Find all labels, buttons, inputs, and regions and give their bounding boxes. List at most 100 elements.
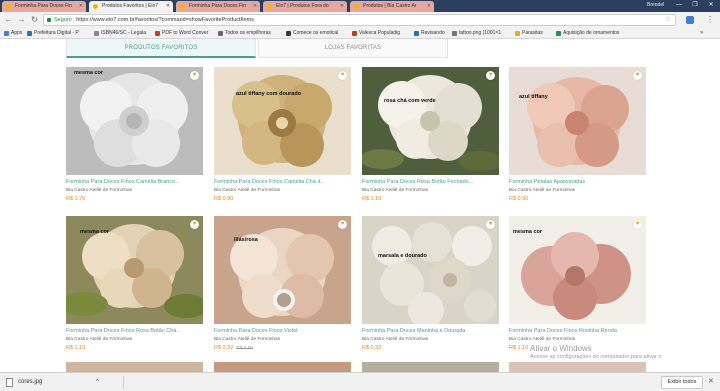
product-image-partial[interactable] xyxy=(214,362,351,372)
product-card[interactable]: rosa chá com verde ♥ Forminha Para Doces… xyxy=(362,67,499,207)
product-title[interactable]: Forminha Para Doces Finos Rosinha Renda xyxy=(509,327,646,335)
product-card[interactable]: mesma cor ♥ Forminha Para Doces Finos Ro… xyxy=(509,216,646,356)
bookmark-item[interactable]: PDF to Word Conver xyxy=(155,28,208,39)
more-bookmarks-icon[interactable]: » xyxy=(700,28,703,39)
bookmark-item[interactable]: Aquisição de ornamentos xyxy=(556,28,619,39)
price-value: R$ 1,10 xyxy=(509,345,529,351)
close-window-icon[interactable]: ✕ xyxy=(704,0,718,10)
favorite-heart-icon[interactable]: ♥ xyxy=(633,220,642,229)
forward-icon[interactable]: → xyxy=(16,14,27,25)
browser-tab[interactable]: Produtos | Bia Castro Ar ✕ xyxy=(350,1,434,12)
product-title[interactable]: Forminha Para Doces Finos Rosa Botão Chá… xyxy=(66,327,203,335)
product-image[interactable] xyxy=(362,216,499,324)
bookmark-item[interactable]: ISBN46/SC - Legala xyxy=(94,28,146,39)
product-shop[interactable]: Bia Castro Ateliê de Forminhas xyxy=(214,336,280,343)
bookmark-item[interactable]: Apps xyxy=(4,28,22,39)
product-price: R$ 0,90 xyxy=(509,195,531,204)
product-title[interactable]: Forminha Para Doces Finos Camélia Branco… xyxy=(66,178,203,186)
bookmark-label: Todos os empilhoras xyxy=(225,30,271,36)
product-caption: azul tiffany com dourado xyxy=(236,91,302,97)
close-tab-icon[interactable]: ✕ xyxy=(166,1,170,12)
close-tab-icon[interactable]: ✕ xyxy=(253,1,257,12)
browser-tab-title: Produtos | Bia Castro Ar xyxy=(363,3,417,9)
product-card[interactable]: azul tiffany com dourado ♥ Forminha Para… xyxy=(214,67,351,207)
bookmark-item[interactable]: Comece os emotical xyxy=(286,28,338,39)
elo7-favicon-icon xyxy=(93,4,98,9)
product-card[interactable]: lilás/rosa ♥ Forminha Para Doces Finos V… xyxy=(214,216,351,356)
close-tab-icon[interactable]: ✕ xyxy=(340,1,344,12)
bookmark-item[interactable]: Prefeitura Digital - P xyxy=(27,28,79,39)
bookmark-star-icon[interactable]: ☆ xyxy=(665,15,671,25)
bookmark-item[interactable]: Todos os empilhoras xyxy=(218,28,271,39)
extension-icon[interactable] xyxy=(686,16,694,24)
reload-icon[interactable]: ↻ xyxy=(29,14,40,25)
product-shop[interactable]: Bia Castro Ateliê de Forminhas xyxy=(509,187,575,194)
favorite-heart-icon[interactable]: ♥ xyxy=(633,71,642,80)
favorite-heart-icon[interactable]: ♥ xyxy=(190,220,199,229)
product-card[interactable]: azul tiffany ♥ Forminha Pétalas Apaixona… xyxy=(509,67,646,207)
download-item[interactable]: cores.jpg ^ xyxy=(4,376,124,389)
minimize-icon[interactable]: — xyxy=(672,0,686,10)
product-shop[interactable]: Bia Castro Ateliê de Forminhas xyxy=(66,187,132,194)
bookmark-label: PDF to Word Conver xyxy=(162,30,209,36)
close-tab-icon[interactable]: ✕ xyxy=(427,1,431,12)
image-file-icon xyxy=(6,378,13,387)
profile-name[interactable]: Brendel xyxy=(647,0,664,10)
favorite-heart-icon[interactable]: ♥ xyxy=(486,71,495,80)
bookmark-label: Aquisição de ornamentos xyxy=(563,30,620,36)
product-image[interactable] xyxy=(66,67,203,175)
bookmark-item[interactable]: Valesca Populadig xyxy=(352,28,400,39)
close-tab-icon[interactable]: ✕ xyxy=(79,1,83,12)
product-image-partial[interactable] xyxy=(66,362,203,372)
favorite-heart-icon[interactable]: ♥ xyxy=(486,220,495,229)
product-image[interactable] xyxy=(214,216,351,324)
browser-tab-active[interactable]: Produtos Favoritos | Elo7 ✕ xyxy=(89,1,173,12)
product-card[interactable]: mesma cor ♥ Forminha Para Doces Finos Ca… xyxy=(66,67,203,207)
browser-tab-title: Forminha Para Doces Fin xyxy=(15,3,72,9)
bookmark-item[interactable]: Revisando xyxy=(414,28,445,39)
product-title[interactable]: Forminha Pétalas Apaixonadas xyxy=(509,178,646,186)
product-price: R$ 0,32 xyxy=(362,344,384,353)
chevron-up-icon[interactable]: ^ xyxy=(96,378,99,387)
tab-produtos-favoritos[interactable]: PRODUTOS FAVORITOS xyxy=(66,39,256,58)
bookmark-label: Apps xyxy=(11,30,23,36)
price-value: R$ 0,32 xyxy=(214,345,234,351)
product-title[interactable]: Forminha Para Doces Rosa Botão Fechado..… xyxy=(362,178,499,186)
product-title[interactable]: Forminha Para Doces Maninha e Dourada xyxy=(362,327,499,335)
bookmarks-bar: Apps Prefeitura Digital - P ISBN46/SC - … xyxy=(0,28,720,39)
show-all-downloads-button[interactable]: Exibir todos xyxy=(661,376,703,389)
favorite-heart-icon[interactable]: ♥ xyxy=(338,220,347,229)
product-shop[interactable]: Bia Castro Ateliê de Forminhas xyxy=(509,336,575,343)
product-image[interactable] xyxy=(509,67,646,175)
close-downloads-icon[interactable]: ✕ xyxy=(708,376,714,388)
maximize-icon[interactable]: ❐ xyxy=(688,0,702,10)
bookmark-label: ISBN46/SC - Legala xyxy=(101,30,147,36)
bookmark-item[interactable]: Parasitas xyxy=(515,28,543,39)
url-text: https://www.elo7.com.br/favoritos/?comma… xyxy=(76,17,255,23)
product-card[interactable]: marsala e dourado ♥ Forminha Para Doces … xyxy=(362,216,499,356)
product-shop[interactable]: Bia Castro Ateliê de Forminhas xyxy=(362,187,428,194)
product-title[interactable]: Forminha Para Doces Finos Camélia Chá d.… xyxy=(214,178,351,186)
favorite-heart-icon[interactable]: ♥ xyxy=(338,71,347,80)
address-bar[interactable]: Seguro | https://www.elo7.com.br/favorit… xyxy=(43,14,676,26)
bookmark-label: Valesca Populadig xyxy=(359,30,401,36)
product-image-partial[interactable] xyxy=(509,362,646,372)
browser-menu-icon[interactable]: ⋮ xyxy=(705,14,715,25)
product-shop[interactable]: Bia Castro Ateliê de Forminhas xyxy=(362,336,428,343)
product-shop[interactable]: Bia Castro Ateliê de Forminhas xyxy=(214,187,280,194)
product-card[interactable]: mesma cor ♥ Forminha Para Doces Finos Ro… xyxy=(66,216,203,356)
product-title[interactable]: Forminha Para Doces Finos Violet xyxy=(214,327,351,335)
product-image[interactable] xyxy=(362,67,499,175)
product-shop[interactable]: Bia Castro Ateliê de Forminhas xyxy=(66,336,132,343)
product-image[interactable] xyxy=(214,67,351,175)
bookmark-favicon-icon xyxy=(94,31,99,36)
bookmark-item[interactable]: tattoo.png (1001×1 xyxy=(452,28,501,39)
product-price: R$ 0,90 xyxy=(214,195,236,204)
browser-tab[interactable]: Forminha Para Doces Fin ✕ xyxy=(176,1,260,12)
browser-tab[interactable]: Elo7 | Produtos Fora do ✕ xyxy=(263,1,347,12)
favorite-heart-icon[interactable]: ♥ xyxy=(190,71,199,80)
product-image-partial[interactable] xyxy=(362,362,499,372)
browser-tab[interactable]: Forminha Para Doces Fin ✕ xyxy=(2,1,86,12)
back-icon[interactable]: ← xyxy=(3,14,14,25)
tab-lojas-favoritas[interactable]: LOJAS FAVORITAS xyxy=(258,39,448,58)
